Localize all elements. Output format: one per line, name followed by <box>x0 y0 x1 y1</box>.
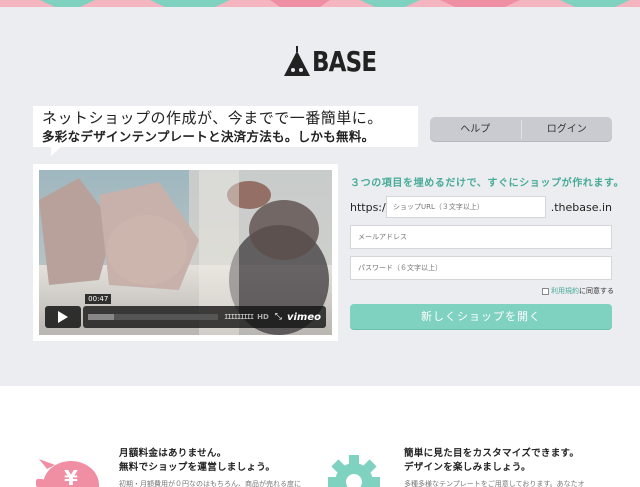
video-frame: 00:47 IIIIIIIII HD ⤡ vimeo <box>33 164 338 341</box>
feature-title-1: 簡単に見た目をカスタマイズできます。 <box>404 448 580 459</box>
logo-wordmark: BASE <box>312 45 377 78</box>
video-controls: 00:47 IIIIIIIII HD ⤡ vimeo <box>45 294 326 328</box>
login-button[interactable]: ログイン <box>522 117 613 142</box>
video-progress-fill <box>88 314 115 320</box>
help-button[interactable]: ヘルプ <box>430 117 521 142</box>
feature-description: 初期・月額費用が０円なのはもちろん、商品が売れる度に <box>119 480 301 487</box>
feature-no-monthly-fee: 月額料金はありません。 無料でショップを運営しましょう。 初期・月額費用が０円な… <box>119 447 301 487</box>
vimeo-logo[interactable]: vimeo <box>287 312 321 323</box>
feature-customize-design: 簡単に見た目をカスタマイズできます。 デザインを楽しみましょう。 多種多様なテン… <box>404 447 585 487</box>
video-progress-track[interactable] <box>88 314 219 320</box>
video-player[interactable]: 00:47 IIIIIIIII HD ⤡ vimeo <box>39 170 332 335</box>
tagline-line-2: 多彩なデザインテンプレートと決済方法も。しかも無料。 <box>42 129 375 144</box>
fullscreen-icon[interactable]: ⤡ <box>275 312 282 322</box>
volume-control[interactable]: IIIIIIIII <box>224 313 254 321</box>
terms-link[interactable]: 利用規約 <box>551 286 579 296</box>
video-control-bar: 00:47 IIIIIIIII HD ⤡ vimeo <box>83 294 326 328</box>
header-nav: ヘルプ ログイン <box>430 117 612 142</box>
signup-heading: ３つの項目を埋めるだけで、すぐにショップが作れます。 <box>350 178 625 189</box>
base-logo[interactable]: BASE <box>283 44 390 76</box>
play-button[interactable] <box>45 306 82 328</box>
email-field[interactable] <box>350 225 612 249</box>
feature-title-2: デザインを楽しみましょう。 <box>404 462 531 473</box>
terms-suffix: に同意する <box>579 287 614 295</box>
shop-url-row: https:// .thebase.in <box>350 196 612 218</box>
tagline-bubble: ネットショップの作成が、今までで一番簡単に。 多彩なデザインテンプレートと決済方… <box>33 106 418 156</box>
url-suffix: .thebase.in <box>550 200 612 214</box>
piggy-bank-icon: ¥ <box>36 459 99 487</box>
feature-description: 多種多様なテンプレートをご用意しております。あなたオ <box>404 480 585 487</box>
gear-icon <box>328 455 380 487</box>
tent-logo-icon <box>284 46 310 76</box>
open-shop-button[interactable]: 新しくショップを開く <box>350 304 612 329</box>
password-field[interactable] <box>350 256 612 280</box>
feature-title-1: 月額料金はありません。 <box>119 448 227 459</box>
decorative-top-strip <box>0 0 640 7</box>
yen-glyph: ¥ <box>64 466 78 487</box>
tagline-line-1: ネットショップの作成が、今までで一番簡単に。 <box>42 109 383 127</box>
shop-url-input[interactable] <box>386 196 546 218</box>
play-icon <box>58 311 69 323</box>
video-timecode: 00:47 <box>85 294 112 304</box>
hd-toggle[interactable]: HD <box>257 313 269 321</box>
terms-agreement: 利用規約 に同意する <box>542 286 614 296</box>
url-prefix: https:// <box>350 200 390 214</box>
feature-title-2: 無料でショップを運営しましょう。 <box>119 462 276 473</box>
terms-checkbox[interactable] <box>542 287 549 295</box>
